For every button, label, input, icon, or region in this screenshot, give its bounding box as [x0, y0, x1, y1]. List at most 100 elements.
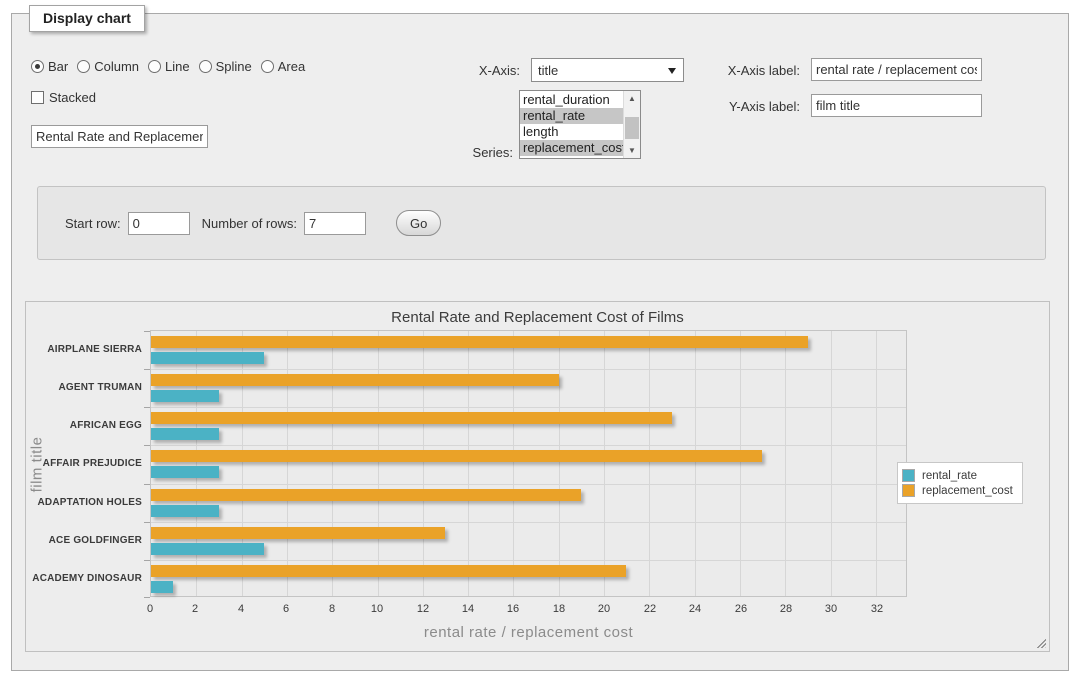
y-tick-mark — [144, 331, 150, 332]
bar-replacement_cost — [151, 450, 762, 462]
radio-icon[interactable] — [199, 60, 212, 73]
y-axis-label-input[interactable] — [811, 94, 982, 117]
series-multiselect[interactable]: rental_durationrental_ratelengthreplacem… — [519, 90, 641, 159]
x-tick-label: 14 — [448, 603, 488, 615]
x-tick-label: 10 — [357, 603, 397, 615]
y-tick-mark — [144, 522, 150, 523]
legend-item: replacement_cost — [902, 484, 1013, 497]
fieldset-legend: Display chart — [29, 5, 145, 32]
gridline — [378, 331, 379, 596]
legend-item: rental_rate — [902, 469, 1013, 482]
radio-label: Column — [94, 59, 139, 74]
bar-rental_rate — [151, 505, 219, 517]
series-option-replacement_cost[interactable]: replacement_cost — [520, 140, 623, 156]
bar-replacement_cost — [151, 336, 808, 348]
gridline — [649, 331, 650, 596]
chart-title-input[interactable] — [31, 125, 208, 148]
category-label: ACADEMY DINOSAUR — [26, 559, 142, 597]
radio-label: Spline — [216, 59, 252, 74]
gridline — [876, 331, 877, 596]
chart-type-radio-column[interactable]: Column — [77, 59, 139, 74]
x-tick-label: 2 — [175, 603, 215, 615]
bar-replacement_cost — [151, 412, 672, 424]
radio-icon[interactable] — [261, 60, 274, 73]
bar-rental_rate — [151, 352, 264, 364]
gridline — [332, 331, 333, 596]
x-tick-label: 22 — [630, 603, 670, 615]
x-tick-label: 32 — [857, 603, 897, 615]
x-axis-select[interactable]: title — [531, 58, 684, 82]
gridline — [287, 331, 288, 596]
x-axis-label-input[interactable] — [811, 58, 982, 81]
series-option-rental_rate[interactable]: rental_rate — [520, 108, 623, 124]
legend-swatch — [902, 484, 915, 497]
gridline — [242, 331, 243, 596]
stacked-checkbox[interactable] — [31, 91, 44, 104]
y-tick-mark — [144, 484, 150, 485]
bar-rental_rate — [151, 543, 264, 555]
chart-panel: Rental Rate and Replacement Cost of Film… — [25, 301, 1050, 652]
bar-rental_rate — [151, 428, 219, 440]
y-tick-mark — [144, 597, 150, 598]
chart-type-radio-spline[interactable]: Spline — [199, 59, 252, 74]
category-label: ADAPTATION HOLES — [26, 483, 142, 521]
bar-rental_rate — [151, 390, 219, 402]
gridline — [151, 560, 906, 561]
series-scrollbar[interactable]: ▲ ▼ — [623, 91, 640, 158]
series-option-length[interactable]: length — [520, 124, 623, 140]
row-range-panel: Start row: Number of rows: Go — [37, 186, 1046, 260]
gridline — [151, 484, 906, 485]
chart-x-axis-label: rental rate / replacement cost — [150, 624, 907, 641]
display-chart-fieldset: Display chart BarColumnLineSplineArea St… — [11, 13, 1069, 671]
go-button[interactable]: Go — [396, 210, 441, 236]
x-axis-label-label: X-Axis label: — [692, 63, 800, 78]
scroll-down-icon[interactable]: ▼ — [624, 143, 640, 158]
legend-label: replacement_cost — [922, 485, 1013, 497]
gridline — [423, 331, 424, 596]
category-label: AFRICAN EGG — [26, 406, 142, 444]
category-label: ACE GOLDFINGER — [26, 521, 142, 559]
bar-replacement_cost — [151, 527, 445, 539]
x-tick-label: 18 — [539, 603, 579, 615]
bar-replacement_cost — [151, 374, 559, 386]
y-tick-mark — [144, 445, 150, 446]
radio-icon[interactable] — [31, 60, 44, 73]
series-option-rental_duration[interactable]: rental_duration — [520, 92, 623, 108]
bar-rental_rate — [151, 466, 219, 478]
start-row-label: Start row: — [65, 216, 121, 231]
category-label: AIRPLANE SIERRA — [26, 330, 142, 368]
x-axis-select-label: X-Axis: — [412, 63, 520, 78]
category-label: AFFAIR PREJUDICE — [26, 444, 142, 482]
gridline — [151, 407, 906, 408]
category-axis: AIRPLANE SIERRAAGENT TRUMANAFRICAN EGGAF… — [26, 330, 142, 597]
legend-swatch — [902, 469, 915, 482]
x-tick-label: 12 — [403, 603, 443, 615]
bar-replacement_cost — [151, 565, 626, 577]
x-tick-label: 20 — [584, 603, 624, 615]
gridline — [559, 331, 560, 596]
chevron-down-icon — [668, 68, 676, 74]
start-row-input[interactable] — [128, 212, 190, 235]
chart-type-radio-line[interactable]: Line — [148, 59, 190, 74]
gridline — [151, 445, 906, 446]
y-tick-mark — [144, 407, 150, 408]
chart-type-radio-bar[interactable]: Bar — [31, 59, 68, 74]
resize-handle-icon[interactable] — [1035, 637, 1046, 648]
chart-title: Rental Rate and Replacement Cost of Film… — [26, 309, 1049, 326]
chart-legend: rental_rate replacement_cost — [897, 462, 1023, 504]
scroll-up-icon[interactable]: ▲ — [624, 91, 640, 106]
bar-rental_rate — [151, 581, 173, 593]
bar-replacement_cost — [151, 489, 581, 501]
chart-type-radio-group: Bar Column Line Spline Area — [31, 59, 314, 74]
gridline — [785, 331, 786, 596]
y-tick-mark — [144, 560, 150, 561]
gridline — [468, 331, 469, 596]
chart-type-radio-area[interactable]: Area — [261, 59, 305, 74]
scrollbar-thumb[interactable] — [625, 117, 639, 139]
radio-icon[interactable] — [77, 60, 90, 73]
radio-icon[interactable] — [148, 60, 161, 73]
series-label: Series: — [432, 145, 513, 160]
plot-area — [150, 330, 907, 597]
gridline — [604, 331, 605, 596]
num-rows-input[interactable] — [304, 212, 366, 235]
